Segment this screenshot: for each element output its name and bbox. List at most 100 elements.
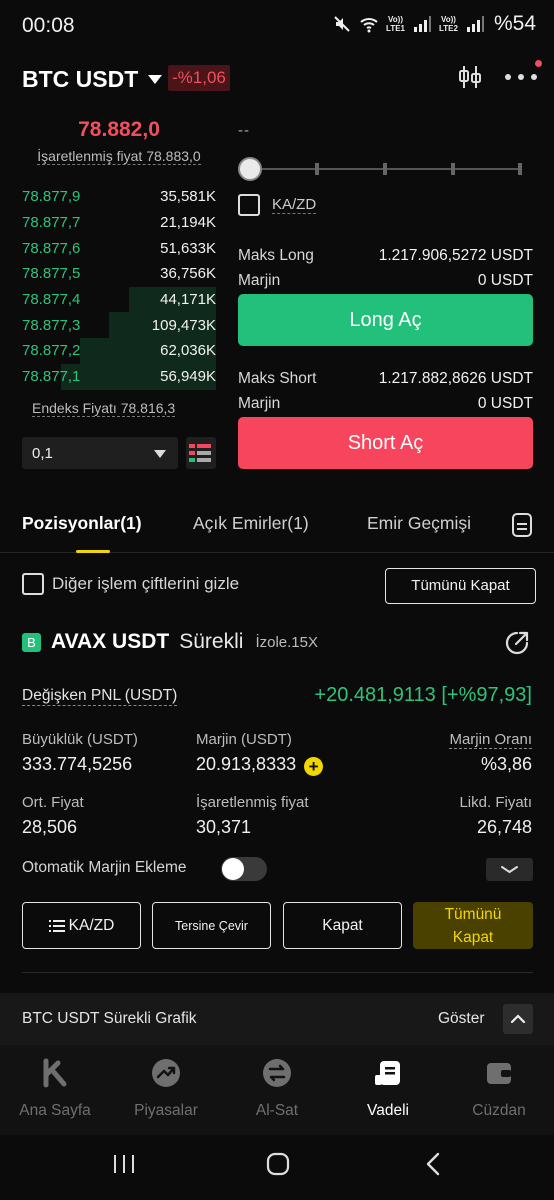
auto-margin-toggle[interactable] [221, 857, 267, 881]
signal-icon-2 [466, 16, 484, 32]
price-step-select[interactable]: 0,1 [22, 437, 178, 469]
hide-other-pairs[interactable]: Diğer işlem çiftlerini gizle [22, 573, 239, 595]
more-icon[interactable] [504, 73, 538, 81]
share-icon[interactable] [504, 630, 530, 656]
close-all-positions-button[interactable]: Tümünü Kapat [385, 568, 536, 604]
chart-bar[interactable]: BTC USDT Sürekli Grafik Göster [0, 993, 554, 1045]
recent-apps-icon[interactable] [112, 1153, 136, 1175]
order-book-row[interactable]: 78.877,7 21,194K [22, 210, 216, 236]
book-quantity: 62,036K [160, 342, 216, 360]
order-book-row[interactable]: 78.877,3 109,473K [22, 312, 216, 339]
reverse-button[interactable]: Tersine Çevir [152, 902, 271, 949]
book-view-toggle[interactable] [186, 437, 216, 469]
liq-price-cell: Likd. Fiyatı 26,748 [459, 794, 532, 838]
close-all-button[interactable]: Tümünü Kapat [413, 902, 533, 949]
nav-wallet-label: Cüzdan [472, 1102, 526, 1119]
order-book-row[interactable]: 78.877,4 44,171K [22, 286, 216, 313]
chart-show-label[interactable]: Göster [438, 1010, 485, 1028]
open-long-button[interactable]: Long Aç [238, 294, 533, 346]
short-margin-value: 0 USDT [477, 395, 533, 412]
lte1-label: Vo)) LTE1 [386, 15, 405, 33]
hide-other-pairs-label: Diğer işlem çiftlerini gizle [52, 574, 240, 593]
liq-price-label: Likd. Fiyatı [459, 794, 532, 811]
book-quantity: 36,756K [160, 265, 216, 283]
order-book-row[interactable]: 78.877,9 35,581K [22, 184, 216, 210]
book-price: 78.877,2 [22, 342, 81, 360]
wallet-icon [487, 1063, 511, 1084]
back-icon[interactable] [424, 1152, 442, 1176]
position-symbol: AVAX USDT [51, 630, 170, 653]
tpsl-checkbox[interactable] [238, 194, 260, 216]
status-time: 00:08 [22, 14, 75, 37]
size-label: Büyüklük (USDT) [22, 731, 138, 748]
mark-price-cell: İşaretlenmiş fiyat 30,371 [196, 794, 309, 838]
close-all-button-label: Tümünü Kapat [444, 906, 502, 946]
home-k-icon [43, 1058, 67, 1088]
order-book-row[interactable]: 78.877,6 51,633K [22, 235, 216, 261]
price-step-value: 0,1 [32, 445, 53, 462]
status-bar: 00:08 Vo)) LTE1 Vo)) LTE2 %54 [0, 0, 554, 52]
nav-futures[interactable]: Vadeli [333, 1045, 443, 1120]
nav-trade[interactable]: Al-Sat [222, 1045, 332, 1120]
order-book-row[interactable]: 78.877,1 56,949K [22, 363, 216, 390]
amount-input[interactable]: -- [238, 122, 250, 139]
status-icons: Vo)) LTE1 Vo)) LTE2 %54 [332, 12, 536, 36]
chart-expand-button[interactable] [503, 1004, 533, 1034]
short-margin-label: Marjin [238, 395, 281, 412]
margin-label: Marjin (USDT) [196, 731, 292, 748]
chart-bar-title: BTC USDT Sürekli Grafik [22, 1010, 197, 1027]
open-short-button[interactable]: Short Aç [238, 417, 533, 469]
document-icon[interactable] [512, 513, 532, 537]
mark-price: İşaretlenmiş fiyat 78.883,0 [0, 148, 238, 165]
position-contract-type: Sürekli [179, 630, 244, 653]
book-quantity: 35,581K [160, 188, 216, 206]
order-book-row[interactable]: 78.877,2 62,036K [22, 338, 216, 364]
position-header: B AVAX USDT Sürekli İzole.15X [22, 630, 318, 654]
battery-percent: %54 [493, 12, 536, 35]
margin-ratio-cell: Marjin Oranı %3,86 [449, 731, 532, 775]
mute-icon [334, 16, 350, 32]
expand-button[interactable] [486, 858, 533, 881]
amount-slider[interactable] [238, 157, 522, 181]
chevron-up-icon [510, 1014, 526, 1024]
nav-wallet[interactable]: Cüzdan [444, 1045, 554, 1120]
book-price: 78.877,1 [22, 368, 81, 386]
max-short-value: 1.217.882,8626 USDT [378, 370, 533, 387]
tpsl-toggle[interactable]: KA/ZD [238, 194, 317, 216]
bottom-nav: Ana Sayfa Piyasalar Al-Sat Vadeli Cüzdan [0, 1045, 554, 1135]
slider-knob[interactable] [238, 157, 262, 181]
close-position-button[interactable]: Kapat [283, 902, 402, 949]
size-value: 333.774,5256 [22, 754, 133, 774]
tab-order-history[interactable]: Emir Geçmişi [367, 513, 471, 534]
position-leverage: İzole.15X [255, 633, 318, 651]
avg-price-cell: Ort. Fiyat 28,506 [22, 794, 84, 838]
home-button-icon[interactable] [266, 1152, 290, 1176]
hide-other-pairs-checkbox[interactable] [22, 573, 44, 595]
nav-trade-label: Al-Sat [255, 1102, 299, 1119]
book-price: 78.877,5 [22, 265, 81, 283]
max-short-row: Maks Short 1.217.882,8626 USDT [238, 370, 533, 388]
tpsl-label: KA/ZD [272, 196, 317, 214]
nav-markets[interactable]: Piyasalar [111, 1045, 221, 1120]
pair-name: BTC USDT [22, 66, 139, 92]
book-quantity: 44,171K [160, 291, 216, 309]
tab-positions[interactable]: Pozisyonlar(1) [22, 513, 142, 534]
margin-ratio-value: %3,86 [480, 754, 532, 774]
caret-down-icon [154, 450, 166, 458]
notification-dot [535, 60, 542, 67]
tpsl-button[interactable]: KA/ZD [22, 902, 141, 949]
slider-tick [518, 163, 522, 175]
system-nav-bar [0, 1135, 554, 1200]
candlestick-settings-icon[interactable] [458, 64, 482, 90]
list-icon [48, 919, 65, 932]
add-margin-icon[interactable]: + [304, 757, 324, 776]
pair-selector[interactable]: BTC USDT [22, 66, 163, 93]
max-short-label: Maks Short [238, 370, 317, 387]
nav-home-label: Ana Sayfa [19, 1102, 91, 1119]
book-price: 78.877,4 [22, 291, 81, 309]
order-book-row[interactable]: 78.877,5 36,756K [22, 261, 216, 287]
tab-open-orders[interactable]: Açık Emirler(1) [193, 513, 309, 534]
nav-home[interactable]: Ana Sayfa [0, 1045, 110, 1120]
size-cell: Büyüklük (USDT) 333.774,5256 [22, 731, 138, 775]
book-layout-icon [189, 444, 211, 462]
